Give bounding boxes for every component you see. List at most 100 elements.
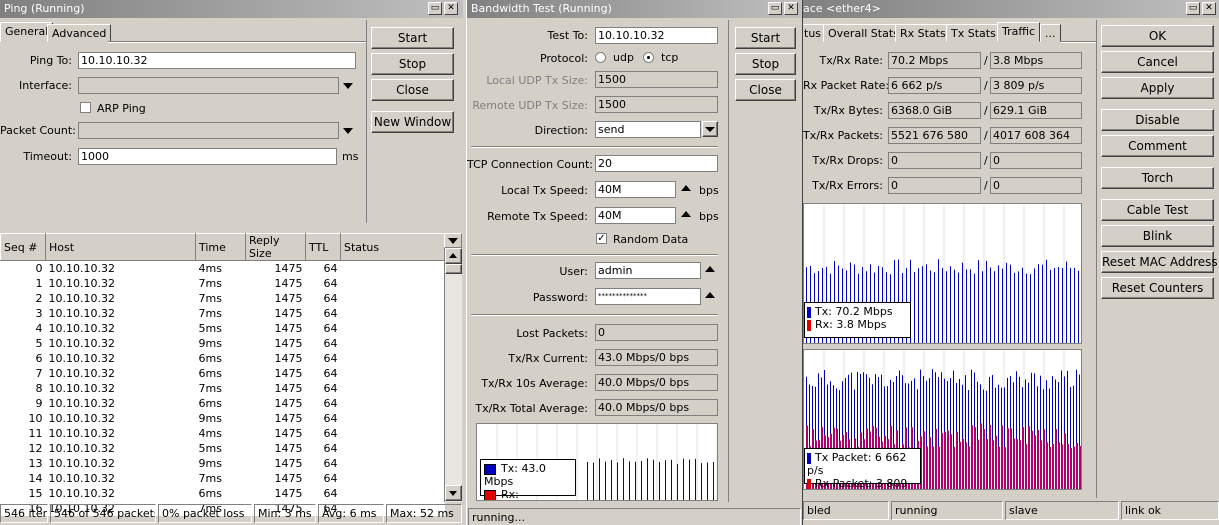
close-button[interactable]: ✕ <box>444 2 458 15</box>
table-row[interactable]: 11 10.10.10.32 4ms 1475 64 <box>1 426 445 441</box>
direction-select[interactable]: send <box>595 121 701 138</box>
rx-bar <box>1052 444 1054 489</box>
password-field[interactable]: ************** <box>595 288 701 305</box>
table-row[interactable]: 7 10.10.10.32 6ms 1475 64 <box>1 366 445 381</box>
password-toggle-icon[interactable] <box>705 292 715 298</box>
column-header[interactable]: Host <box>45 233 196 261</box>
table-scrollbar[interactable] <box>444 248 462 502</box>
start-button[interactable]: Start <box>371 27 454 49</box>
random-data-checkbox[interactable]: ✓ <box>596 233 607 244</box>
stop-button[interactable]: Stop <box>371 53 454 75</box>
bw-maximize-button[interactable]: ▭ <box>768 2 782 15</box>
ping-to-field[interactable]: 10.10.10.32 <box>78 52 356 69</box>
table-row[interactable]: 9 10.10.10.32 6ms 1475 64 <box>1 396 445 411</box>
bw-close-button-action[interactable]: Close <box>735 79 796 101</box>
remote-speed-field[interactable]: 40M <box>595 207 676 224</box>
tcp-radio[interactable] <box>643 52 654 63</box>
tx-rx-packets-tx-field: 5521 676 580 <box>888 127 981 144</box>
table-row[interactable]: 12 10.10.10.32 5ms 1475 64 <box>1 441 445 456</box>
tx-rx-errors-label: Tx/Rx Errors: <box>812 179 883 192</box>
table-row[interactable]: 8 10.10.10.32 7ms 1475 64 <box>1 381 445 396</box>
table-cell: 64 <box>323 441 338 455</box>
tx-bar <box>978 260 979 343</box>
scroll-thumb[interactable] <box>445 264 462 274</box>
maximize-button[interactable]: ▭ <box>428 2 442 15</box>
tcp-count-field[interactable]: 20 <box>595 155 718 172</box>
local-udp-field[interactable]: 1500 <box>595 71 718 88</box>
rx-bar <box>980 423 982 489</box>
interface-dropdown-icon[interactable] <box>343 83 353 89</box>
user-field[interactable]: admin <box>595 262 701 279</box>
local-speed-toggle-icon[interactable] <box>681 185 691 191</box>
rx-bar <box>1022 427 1024 489</box>
column-header[interactable]: Time <box>195 233 246 261</box>
udp-radio[interactable] <box>595 52 606 63</box>
interface-title-bar[interactable]: ace <ether4> <box>803 0 1219 18</box>
table-row[interactable]: 3 10.10.10.32 7ms 1475 64 <box>1 306 445 321</box>
test-to-field[interactable]: 10.10.10.32 <box>595 27 718 44</box>
cancel-button[interactable]: Cancel <box>1101 51 1214 73</box>
table-cell: 9ms <box>198 456 222 470</box>
cable-test-button[interactable]: Cable Test <box>1101 199 1214 221</box>
table-cell: 10.10.10.32 <box>48 456 115 470</box>
table-row[interactable]: 10 10.10.10.32 9ms 1475 64 <box>1 411 445 426</box>
packet-count-dropdown-icon[interactable] <box>343 128 353 134</box>
tx-bar <box>587 462 588 500</box>
blink-button[interactable]: Blink <box>1101 225 1214 247</box>
scroll-down-button[interactable] <box>445 485 462 501</box>
remote-udp-field[interactable]: 1500 <box>595 96 718 113</box>
table-row[interactable]: 15 10.10.10.32 6ms 1475 64 <box>1 486 445 501</box>
ping-title-bar[interactable]: Ping (Running) <box>0 0 463 18</box>
arp-ping-checkbox[interactable] <box>80 102 91 113</box>
column-header[interactable]: Status <box>340 233 445 261</box>
comment-button[interactable]: Comment <box>1101 135 1214 157</box>
reset-mac-address-button[interactable]: Reset MAC Address <box>1101 251 1218 273</box>
tab-rx-stats[interactable]: Rx Stats <box>895 24 951 42</box>
tab-traffic[interactable]: Traffic <box>997 22 1041 42</box>
tab-general[interactable]: General <box>0 22 54 42</box>
torch-button[interactable]: Torch <box>1101 167 1214 189</box>
table-row[interactable]: 5 10.10.10.32 9ms 1475 64 <box>1 336 445 351</box>
timeout-field[interactable]: 1000 <box>78 148 337 165</box>
rx-bar <box>1034 435 1036 489</box>
column-header[interactable]: TTL <box>305 233 341 261</box>
tab-advanced[interactable]: Advanced <box>47 24 112 42</box>
packet-count-field[interactable] <box>78 122 339 139</box>
table-menu-button[interactable] <box>444 233 462 248</box>
bw-title-bar[interactable]: Bandwidth Test (Running) <box>467 0 802 18</box>
disable-button[interactable]: Disable <box>1101 109 1214 131</box>
table-cell: 10.10.10.32 <box>48 276 115 290</box>
iface-status-link: link ok <box>1121 501 1219 520</box>
table-row[interactable]: 2 10.10.10.32 7ms 1475 64 <box>1 291 445 306</box>
new-window-button[interactable]: New Window <box>371 111 454 133</box>
table-row[interactable]: 6 10.10.10.32 6ms 1475 64 <box>1 351 445 366</box>
remote-speed-toggle-icon[interactable] <box>681 211 691 217</box>
table-row[interactable]: 0 10.10.10.32 4ms 1475 64 <box>1 261 445 276</box>
column-header[interactable]: Seq # <box>0 233 46 261</box>
interface-field[interactable] <box>78 77 339 94</box>
tab-more[interactable]: ... <box>1040 24 1061 42</box>
bw-close-button[interactable]: ✕ <box>784 2 798 15</box>
table-row[interactable]: 4 10.10.10.32 5ms 1475 64 <box>1 321 445 336</box>
rate-legend: Tx: 70.2 Mbps Rx: 3.8 Mbps <box>804 302 911 338</box>
local-speed-field[interactable]: 40M <box>595 181 676 198</box>
table-row[interactable]: 13 10.10.10.32 9ms 1475 64 <box>1 456 445 471</box>
tx-bar <box>974 273 975 343</box>
iface-maximize-button[interactable]: ▭ <box>1186 2 1200 15</box>
close-ping-button[interactable]: Close <box>371 79 454 101</box>
column-header[interactable]: Reply Size <box>245 233 306 261</box>
ok-button[interactable]: OK <box>1101 25 1214 47</box>
tab-tx-stats[interactable]: Tx Stats <box>946 24 1001 42</box>
tab-overall-stats[interactable]: Overall Stats <box>823 24 904 42</box>
table-row[interactable]: 1 10.10.10.32 7ms 1475 64 <box>1 276 445 291</box>
apply-button[interactable]: Apply <box>1101 77 1214 99</box>
reset-counters-button[interactable]: Reset Counters <box>1101 277 1214 299</box>
iface-close-button[interactable]: ✕ <box>1202 2 1216 15</box>
bw-stop-button[interactable]: Stop <box>735 53 796 75</box>
bw-start-button[interactable]: Start <box>735 27 796 49</box>
table-row[interactable]: 14 10.10.10.32 7ms 1475 64 <box>1 471 445 486</box>
direction-dropdown-button[interactable] <box>702 121 718 137</box>
user-toggle-icon[interactable] <box>705 266 715 272</box>
scroll-up-button[interactable] <box>445 248 462 264</box>
tx-bar <box>1018 271 1019 343</box>
